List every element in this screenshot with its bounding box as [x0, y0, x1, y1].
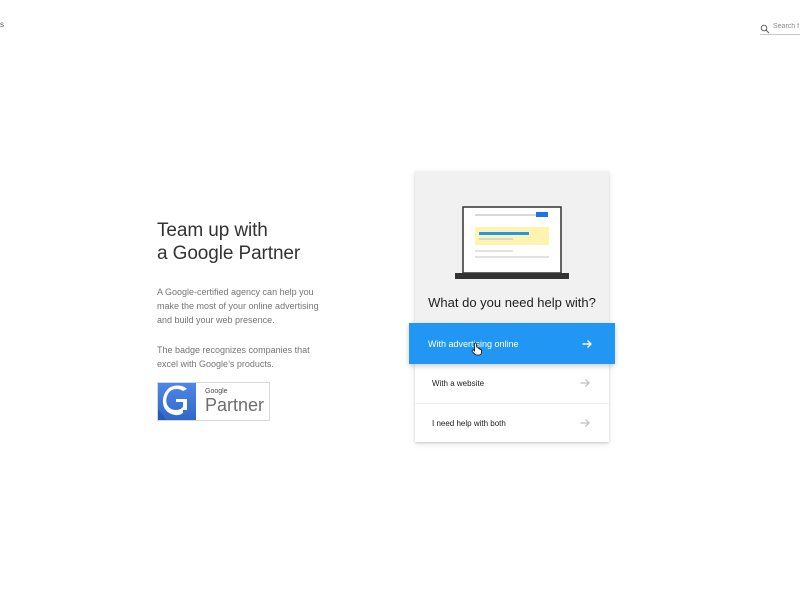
help-card-header: What do you need help with?: [415, 171, 609, 324]
intro-section: Team up with a Google Partner A Google-c…: [157, 219, 347, 371]
option-with-a-website[interactable]: With a website: [415, 363, 609, 402]
intro-paragraph-1-line-2: make the most of your online advertising: [157, 301, 319, 311]
google-g-icon: [158, 383, 196, 420]
intro-paragraph-1: A Google-certified agency can help you m…: [157, 285, 347, 327]
laptop-ad-illustration-icon: [455, 206, 569, 279]
intro-paragraph-1-line-1: A Google-certified agency can help you: [157, 287, 314, 297]
search-icon: [760, 21, 770, 34]
option-label: With a website: [432, 378, 485, 388]
hand-cursor-icon: [471, 342, 482, 356]
page-root: s Team up with a Google Partner A Google…: [0, 0, 800, 600]
intro-paragraph-2: The badge recognizes companies that exce…: [157, 343, 347, 371]
badge-partner-text: Partner: [205, 395, 265, 415]
intro-paragraph-2-line-2: excel with Google’s products.: [157, 359, 274, 369]
intro-paragraph-2-line-1: The badge recognizes companies that: [157, 345, 310, 355]
headline-line-2: a Google Partner: [157, 243, 301, 264]
help-question: What do you need help with?: [428, 295, 596, 310]
left-edge-text-fragment: s: [0, 20, 4, 29]
google-partner-badge: Google Partner: [157, 382, 270, 421]
option-label: I need help with both: [432, 418, 506, 428]
intro-paragraph-1-line-3: and build your web presence.: [157, 315, 275, 325]
search-area[interactable]: [760, 18, 800, 35]
option-i-need-help-with-both[interactable]: I need help with both: [415, 403, 609, 442]
help-card: What do you need help with? With adverti…: [409, 171, 615, 442]
badge-text: Google Partner: [196, 383, 264, 420]
page-title: Team up with a Google Partner: [157, 219, 347, 265]
arrow-right-icon: [580, 379, 590, 387]
arrow-right-icon: [580, 419, 590, 427]
arrow-right-icon: [582, 339, 592, 348]
search-input[interactable]: [773, 22, 800, 30]
option-with-advertising-online[interactable]: With advertising online: [409, 323, 615, 364]
headline-line-1: Team up with: [157, 220, 268, 241]
